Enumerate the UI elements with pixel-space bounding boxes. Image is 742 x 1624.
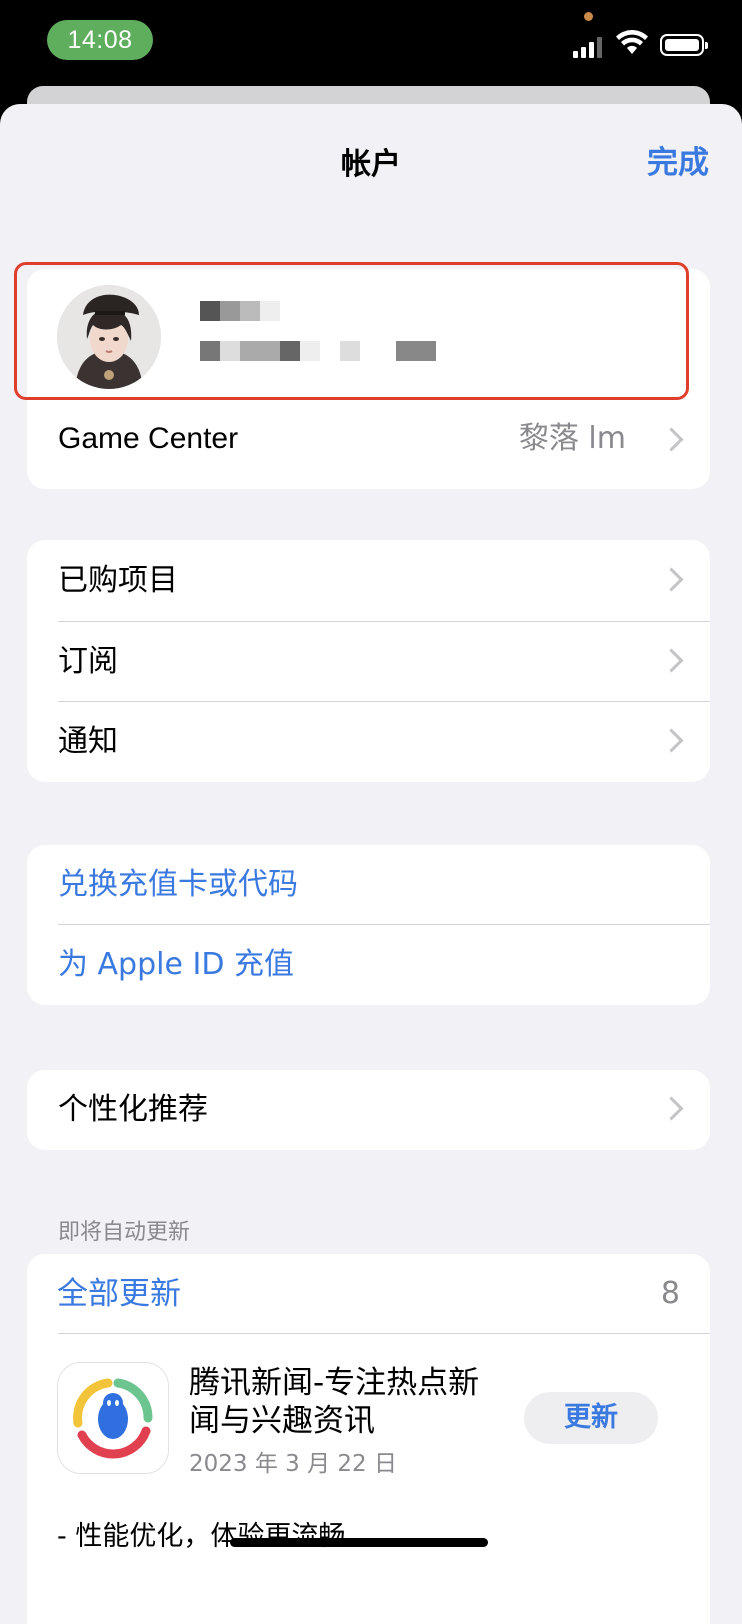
add-funds-link[interactable]: 为 Apple ID 充值 [27, 925, 710, 1005]
app-update-date: 2023 年 3 月 22 日 [189, 1451, 397, 1477]
chevron-right-icon [659, 1096, 684, 1121]
redeem-gift-card-link[interactable]: 兑换充值卡或代码 [27, 845, 710, 925]
privacy-indicator-dot [584, 12, 593, 21]
personalized-recommendations-label: 个性化推荐 [58, 1092, 208, 1127]
chevron-right-icon [659, 427, 684, 452]
personalized-recommendations-row[interactable]: 个性化推荐 [27, 1070, 710, 1150]
wifi-icon [616, 30, 648, 54]
status-bar: 14:08 [0, 0, 742, 88]
highlight-annotation-box [14, 262, 689, 400]
menu-item-purchased[interactable]: 已购项目 [27, 540, 710, 622]
release-notes: - 性能优化，体验更流畅 [57, 1521, 346, 1552]
personalized-group: 个性化推荐 [27, 1070, 710, 1150]
update-count: 8 [660, 1276, 680, 1311]
menu-item-label: 订阅 [58, 644, 118, 679]
signal-icon [573, 36, 605, 58]
update-all-row: 全部更新 8 [27, 1254, 710, 1334]
game-center-nickname: 黎落 lm [518, 421, 626, 456]
chevron-right-icon [659, 648, 684, 673]
menu-item-label: 通知 [58, 724, 118, 759]
chevron-right-icon [659, 567, 684, 592]
auto-update-group: 全部更新 8 腾讯新闻-专注热点新闻与兴趣资讯 2023 年 3 月 22 日 … [27, 1254, 710, 1624]
menu-item-subscriptions[interactable]: 订阅 [27, 622, 710, 702]
battery-icon [660, 34, 708, 56]
account-sheet: 帐户 完成 Game Center 黎落 lm 已购项目 订阅 通知 兑换充值卡… [0, 104, 742, 1624]
status-time: 14:08 [47, 20, 153, 60]
tencent-news-app-icon[interactable] [57, 1362, 169, 1474]
game-center-row[interactable]: Game Center 黎落 lm [27, 407, 710, 489]
update-all-button[interactable]: 全部更新 [57, 1254, 181, 1334]
chevron-right-icon [659, 728, 684, 753]
game-center-label: Game Center [58, 422, 239, 455]
home-indicator[interactable] [230, 1538, 488, 1547]
menu-item-notifications[interactable]: 通知 [27, 702, 710, 782]
menu-item-label: 已购项目 [58, 563, 178, 598]
done-button[interactable]: 完成 [647, 137, 709, 182]
update-app-button[interactable]: 更新 [524, 1392, 658, 1444]
account-menu-group: 已购项目 订阅 通知 [27, 540, 710, 782]
auto-update-section-label: 即将自动更新 [58, 1220, 191, 1245]
redeem-gift-card-label: 兑换充值卡或代码 [58, 867, 298, 902]
page-title: 帐户 [341, 147, 401, 182]
app-name: 腾讯新闻-专注热点新闻与兴趣资讯 [189, 1365, 480, 1439]
wallet-links-group: 兑换充值卡或代码 为 Apple ID 充值 [27, 845, 710, 1005]
add-funds-label: 为 Apple ID 充值 [58, 947, 294, 982]
